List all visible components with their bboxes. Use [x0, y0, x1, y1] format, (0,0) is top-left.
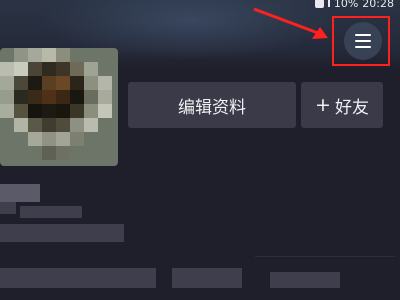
- hamburger-menu-icon: [355, 34, 371, 48]
- blurred-bio: [172, 268, 242, 288]
- blurred-username: [0, 202, 16, 214]
- blurred-username: [0, 184, 40, 202]
- blurred-id: [20, 206, 82, 218]
- clock-text: 20:28: [362, 0, 394, 10]
- blurred-id: [0, 224, 124, 242]
- menu-button[interactable]: [344, 22, 382, 60]
- edit-profile-button[interactable]: 编辑资料: [128, 82, 296, 128]
- avatar[interactable]: [0, 48, 118, 166]
- blurred-bio: [270, 272, 340, 288]
- divider: [255, 256, 395, 257]
- add-friend-label: 好友: [334, 97, 369, 118]
- battery-text: 10%: [333, 0, 359, 10]
- add-friend-button[interactable]: + 好友: [301, 82, 383, 128]
- annotation-arrow-icon: [253, 7, 328, 39]
- blurred-bio: [0, 268, 156, 288]
- edit-profile-label: 编辑资料: [178, 97, 246, 118]
- plus-icon: +: [315, 93, 331, 116]
